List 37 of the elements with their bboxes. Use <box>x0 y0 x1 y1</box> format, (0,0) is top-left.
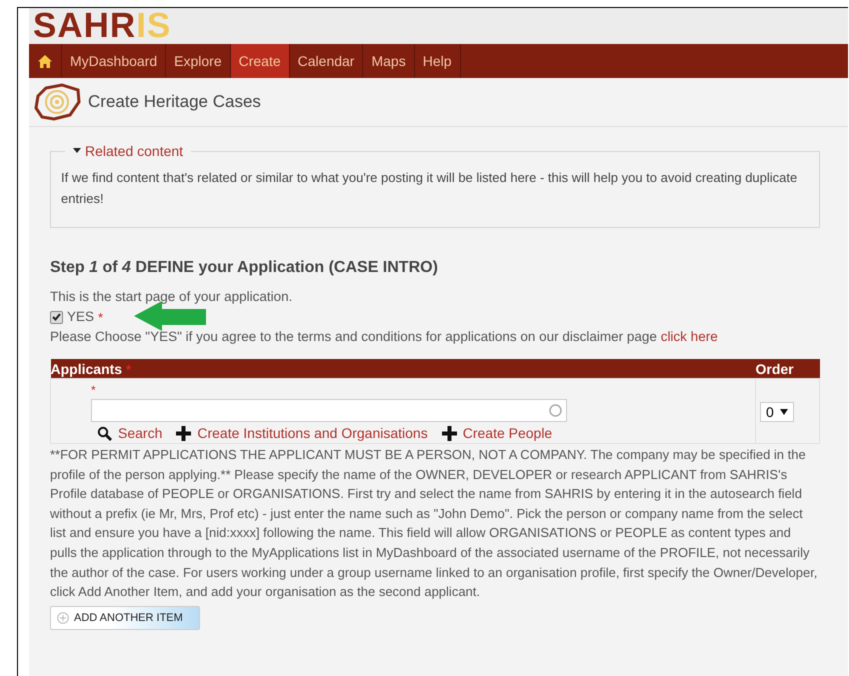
related-content-text: If we find content that's related or similar to what you're posting it will be listed here - this will help you to avoid creating duplicate entries! <box>61 169 798 208</box>
home-icon <box>37 54 53 68</box>
nav-tab[interactable]: MyDashboard <box>62 44 166 78</box>
required-mark: * <box>98 310 104 324</box>
terms-text: Please Choose "YES" if you agree to the terms and conditions for applications on our disclaimer page click here <box>50 328 719 346</box>
create-link[interactable]: Create Institutions and Organisations <box>176 425 428 441</box>
caret-icon <box>73 148 81 154</box>
nav-tab[interactable]: Maps <box>363 44 415 78</box>
column-header: Applicants <box>50 360 122 376</box>
step-heading: Step 1 of 4 DEFINE your Application (CASE INTRO) <box>50 259 439 277</box>
logo-text: SAHR <box>33 8 136 45</box>
dropdown-caret-icon <box>780 409 788 415</box>
spiral-map-icon <box>32 82 82 122</box>
search-icon <box>97 426 112 440</box>
order-select[interactable]: 0 <box>760 402 794 422</box>
nav-tab[interactable]: Create <box>230 44 290 78</box>
plus-icon <box>176 426 192 440</box>
required-mark: * <box>91 383 97 396</box>
yes-checkbox[interactable] <box>50 310 63 324</box>
plus-circle-icon <box>57 612 69 624</box>
create-link[interactable]: Create People <box>442 425 552 441</box>
column-header: Order <box>756 359 820 378</box>
throbber-icon <box>549 404 562 417</box>
logo-text: IS <box>136 8 172 45</box>
yes-label: YES <box>67 308 94 326</box>
disclaimer-link[interactable]: click here <box>660 329 718 344</box>
required-mark: * <box>126 362 132 376</box>
nav-tab[interactable]: Help <box>414 44 461 78</box>
applicant-input-field[interactable] <box>91 399 567 422</box>
nav-tab[interactable]: Calendar <box>290 44 364 78</box>
plus-icon <box>442 426 457 440</box>
page-title: Create Heritage Cases <box>88 92 261 112</box>
add-another-item-button[interactable]: ADD ANOTHER ITEM <box>50 606 200 630</box>
intro-text: This is the start page of your application. <box>50 288 294 306</box>
search-link[interactable]: Search <box>97 425 162 441</box>
help-text: **FOR PERMIT APPLICATIONS THE APPLICANT MUST BE A PERSON, NOT A COMPANY. The company may be specified in the profile of the person applying.** Please specify the name of the OWNER, DEVELOPER or research APPLICANT from SAHRIS's Profile database of PEOPLE or ORGANISATIONS. First try and select the name from SAHRIS by entering it in the autosearch field without a prefix (ie Mr, Mrs, Prof etc) - just enter the name such as "John Demo". Pick the person or company name from the select list and ensure you have a [nid:xxxx] following the name. This field will allow ORGANISATIONS or PEOPLE as content types and pulls the application through to the MyApplications list in MyDashboard of the associated username of the PROFILE, not necessarily the author of the case. For users working under a group username linked to an organisation profile, first specify the Owner/Developer, click Add Another Item, and add your organisation as the second applicant. <box>50 446 818 602</box>
related-content-toggle[interactable]: Related content <box>73 143 184 159</box>
